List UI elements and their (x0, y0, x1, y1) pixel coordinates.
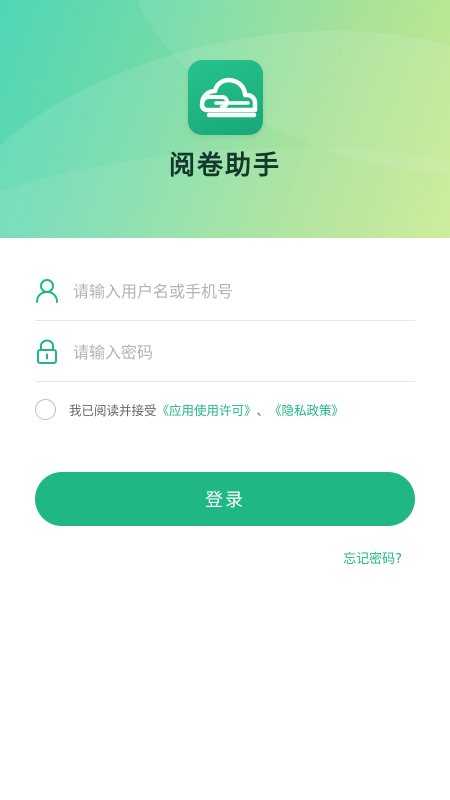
password-input[interactable] (73, 336, 403, 368)
forgot-password-link[interactable]: 忘记密码? (343, 548, 402, 567)
password-field[interactable] (35, 322, 415, 382)
agreement-separator: 、 (256, 402, 270, 418)
agreement-checkbox[interactable] (35, 398, 56, 420)
app-title: 阅卷助手 (168, 151, 281, 181)
app-license-link[interactable]: 《应用使用许可》 (157, 400, 257, 419)
privacy-policy-link[interactable]: 《隐私政策》 (269, 400, 344, 419)
lock-icon (37, 339, 57, 364)
header-banner: 阅卷助手 (0, 0, 450, 238)
username-field[interactable] (35, 261, 415, 321)
username-input[interactable] (73, 275, 403, 307)
agreement-prefix: 我已阅读并接受 (69, 402, 157, 418)
agreement-row: 我已阅读并接受 《应用使用许可》 、 《隐私政策》 (35, 397, 425, 421)
user-icon (36, 279, 58, 303)
cloud-document-icon (199, 77, 258, 118)
login-button[interactable]: 登录 (35, 472, 415, 526)
app-logo (188, 60, 263, 135)
